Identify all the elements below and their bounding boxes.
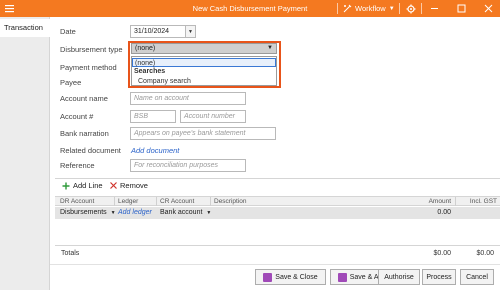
cr-account-cell[interactable]: Bank account ▼ xyxy=(160,209,211,216)
workflow-label: Workflow xyxy=(355,4,386,13)
disbursement-type-dropdown: (none) Searches Company search xyxy=(131,56,277,86)
column-separator xyxy=(210,197,211,206)
save-icon xyxy=(337,272,347,282)
totals-divider xyxy=(55,245,500,246)
date-field[interactable]: 31/10/2024 xyxy=(130,25,186,38)
bank-narration-label: Bank narration xyxy=(60,129,109,138)
cancel-button[interactable]: Cancel xyxy=(460,269,494,285)
window-title: New Cash Disbursement Payment xyxy=(192,4,308,13)
save-close-label: Save & Close xyxy=(275,273,318,281)
tab-transaction[interactable]: Transaction xyxy=(0,19,51,37)
totals-amount: $0.00 xyxy=(433,250,451,257)
reference-field[interactable]: For reconciliation purposes xyxy=(130,159,246,172)
bank-narration-field[interactable]: Appears on payee's bank statement xyxy=(130,127,276,140)
title-bar: New Cash Disbursement Payment Workflow ▼ xyxy=(0,0,500,17)
title-separator xyxy=(399,3,400,14)
maximize-icon xyxy=(457,4,466,13)
grid-body xyxy=(55,219,500,245)
remove-label: Remove xyxy=(120,181,148,190)
close-icon xyxy=(484,4,493,13)
option-group-searches: Searches xyxy=(134,68,166,75)
button-bar-divider xyxy=(50,264,500,265)
close-icon xyxy=(110,182,117,189)
bsb-field[interactable]: BSB xyxy=(130,110,176,123)
gear-icon xyxy=(406,4,415,13)
chevron-down-icon: ▼ xyxy=(110,210,116,216)
add-document-link[interactable]: Add document xyxy=(131,146,179,155)
date-label: Date xyxy=(60,27,76,36)
disbursement-type-label: Disbursement type xyxy=(60,45,123,54)
minimize-button[interactable] xyxy=(428,2,441,15)
disbursement-type-select[interactable]: (none) ▼ xyxy=(131,43,277,54)
close-button[interactable] xyxy=(482,2,495,15)
column-separator xyxy=(455,197,456,206)
totals-label: Totals xyxy=(61,250,80,257)
account-name-label: Account name xyxy=(60,94,108,103)
plus-icon xyxy=(62,182,70,189)
account-number-label: Account # xyxy=(60,112,94,121)
table-row[interactable]: Disbursements ▼ Add ledger Bank account … xyxy=(55,207,500,219)
cr-account-value: Bank account xyxy=(160,209,203,216)
account-name-field[interactable]: Name on account xyxy=(130,92,246,105)
authorise-label: Authorise xyxy=(384,273,414,281)
process-label: Process xyxy=(426,273,452,281)
toolbar-divider xyxy=(55,178,500,179)
column-separator xyxy=(114,197,115,206)
title-separator xyxy=(421,3,422,14)
workflow-icon xyxy=(343,4,352,13)
chevron-down-icon: ▼ xyxy=(188,28,193,35)
option-none[interactable]: (none) xyxy=(132,58,276,67)
settings-button[interactable] xyxy=(404,2,417,15)
column-header-amount[interactable]: Amount xyxy=(395,198,451,205)
chevron-down-icon: ▼ xyxy=(267,45,273,51)
tab-column: Transaction xyxy=(0,17,51,290)
process-button[interactable]: Process xyxy=(422,269,456,285)
column-header-cr-account[interactable]: CR Account xyxy=(160,198,194,205)
payee-label: Payee xyxy=(60,78,82,87)
cancel-label: Cancel xyxy=(466,273,488,281)
add-ledger-link[interactable]: Add ledger xyxy=(118,209,152,216)
title-separator xyxy=(337,3,338,14)
remove-button[interactable]: Remove xyxy=(110,181,148,190)
column-header-dr-account[interactable]: DR Account xyxy=(60,198,94,205)
save-close-button[interactable]: Save & Close xyxy=(255,269,326,285)
grid-header: DR Account Ledger CR Account Description… xyxy=(55,196,500,206)
add-line-label: Add Line xyxy=(73,181,103,190)
workflow-button[interactable]: Workflow ▼ xyxy=(343,3,395,14)
column-header-incl-gst[interactable]: Incl. GST xyxy=(457,198,497,205)
reference-label: Reference xyxy=(60,161,95,170)
authorise-button[interactable]: Authorise xyxy=(378,269,420,285)
save-icon xyxy=(263,272,273,282)
column-header-description[interactable]: Description xyxy=(214,198,247,205)
column-separator xyxy=(156,197,157,206)
option-company-search[interactable]: Company search xyxy=(132,77,276,86)
select-value: (none) xyxy=(135,45,156,52)
chevron-down-icon: ▼ xyxy=(388,5,395,12)
totals-gst: $0.00 xyxy=(476,250,494,257)
account-number-field[interactable]: Account number xyxy=(180,110,246,123)
payment-method-label: Payment method xyxy=(60,63,117,72)
date-dropdown-button[interactable]: ▼ xyxy=(185,25,196,38)
minimize-icon xyxy=(431,8,438,9)
add-line-button[interactable]: Add Line xyxy=(62,181,103,190)
chevron-down-icon: ▼ xyxy=(206,210,212,216)
amount-cell[interactable]: 0.00 xyxy=(395,209,451,216)
column-header-ledger[interactable]: Ledger xyxy=(118,198,138,205)
related-document-label: Related document xyxy=(60,146,121,155)
dr-account-value: Disbursements xyxy=(60,209,107,216)
dr-account-cell[interactable]: Disbursements ▼ xyxy=(60,209,116,216)
maximize-button[interactable] xyxy=(455,2,468,15)
